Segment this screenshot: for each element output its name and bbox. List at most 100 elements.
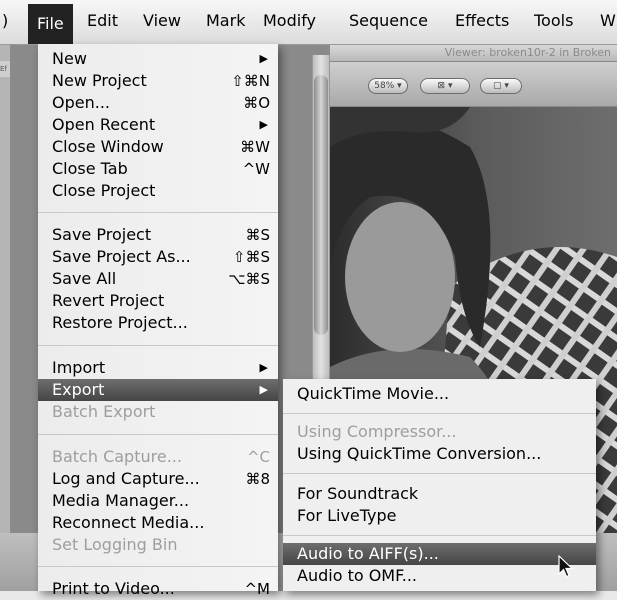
menubar-sequence[interactable]: Sequence xyxy=(349,11,428,30)
menu-item-new[interactable]: New ▶ xyxy=(38,48,278,70)
submenu-item-using-quicktime-conversion[interactable]: Using QuickTime Conversion... xyxy=(283,443,596,465)
menu-item-label: Import xyxy=(52,358,106,377)
menu-item-label: New Project xyxy=(52,71,147,90)
menu-separator xyxy=(38,212,278,213)
submenu-item-for-soundtrack[interactable]: For Soundtrack xyxy=(283,483,596,505)
overlay-icon: ▢ xyxy=(493,81,502,91)
submenu-item-quicktime-movie[interactable]: QuickTime Movie... xyxy=(283,383,596,405)
menubar: ) File Edit View Mark Modify Sequence Ef… xyxy=(0,0,617,45)
menu-item-label: Reconnect Media... xyxy=(52,513,205,532)
submenu-item-label: For LiveType xyxy=(297,506,397,525)
menubar-modify[interactable]: Modify xyxy=(263,11,316,30)
menu-item-label: Batch Export xyxy=(52,402,156,421)
menu-item-label: Close Tab xyxy=(52,159,128,178)
menu-item-revert-project[interactable]: Revert Project xyxy=(38,290,278,312)
submenu-item-using-compressor: Using Compressor... xyxy=(283,421,596,443)
menu-item-label: Close Window xyxy=(52,137,164,156)
menu-item-batch-capture: Batch Capture... ^C xyxy=(38,446,278,468)
menubar-window[interactable]: W xyxy=(600,11,616,30)
menu-item-shortcut: ^M xyxy=(244,580,270,598)
menu-item-restore-project[interactable]: Restore Project... xyxy=(38,312,278,334)
submenu-item-label: QuickTime Movie... xyxy=(297,384,450,403)
menubar-file-label: File xyxy=(37,14,64,33)
submenu-item-for-livetype[interactable]: For LiveType xyxy=(283,505,596,527)
menu-separator xyxy=(283,535,596,536)
menu-item-new-project[interactable]: New Project ⇧⌘N xyxy=(38,70,278,92)
submenu-arrow-icon: ▶ xyxy=(259,52,268,65)
menu-item-label: Restore Project... xyxy=(52,313,188,332)
submenu-arrow-icon: ▶ xyxy=(259,361,268,374)
submenu-item-audio-to-omf[interactable]: Audio to OMF... xyxy=(283,565,596,587)
menu-item-shortcut: ^W xyxy=(242,160,270,178)
menu-item-close-tab[interactable]: Close Tab ^W xyxy=(38,158,278,180)
menu-item-save-project[interactable]: Save Project ⌘S xyxy=(38,224,278,246)
submenu-arrow-icon: ▶ xyxy=(259,383,268,396)
menu-item-shortcut: ⌘O xyxy=(243,94,270,112)
menu-item-shortcut: ⌘S xyxy=(245,226,270,244)
submenu-item-label: Using QuickTime Conversion... xyxy=(297,444,542,463)
menu-item-log-and-capture[interactable]: Log and Capture... ⌘8 xyxy=(38,468,278,490)
menu-item-print-to-video[interactable]: Print to Video... ^M xyxy=(38,578,278,600)
menu-item-media-manager[interactable]: Media Manager... xyxy=(38,490,278,512)
menu-item-shortcut: ⌘8 xyxy=(245,470,270,488)
submenu-item-label: Audio to AIFF(s)... xyxy=(297,544,439,563)
submenu-item-audio-to-aiff[interactable]: Audio to AIFF(s)... xyxy=(283,543,596,565)
menu-item-close-window[interactable]: Close Window ⌘W xyxy=(38,136,278,158)
menu-item-shortcut: ⌥⌘S xyxy=(228,270,270,288)
scrollbar-thumb[interactable] xyxy=(314,75,328,335)
submenu-arrow-icon: ▶ xyxy=(259,118,268,131)
menu-item-import[interactable]: Import ▶ xyxy=(38,357,278,379)
view-mode-popup[interactable]: ⊠ ▾ xyxy=(420,78,470,94)
menu-item-set-logging-bin: Set Logging Bin xyxy=(38,534,278,556)
export-submenu: QuickTime Movie... Using Compressor... U… xyxy=(283,379,596,591)
menubar-edit[interactable]: Edit xyxy=(87,11,118,30)
menubar-file[interactable]: File xyxy=(28,4,73,44)
menu-item-label: Save Project As... xyxy=(52,247,191,266)
menu-item-shortcut: ^C xyxy=(246,448,270,466)
menu-item-label: Open Recent xyxy=(52,115,156,134)
menu-item-label: Revert Project xyxy=(52,291,165,310)
menu-item-open-recent[interactable]: Open Recent ▶ xyxy=(38,114,278,136)
file-menu: New ▶ New Project ⇧⌘N Open... ⌘O Open Re… xyxy=(38,44,278,598)
menu-item-label: Batch Capture... xyxy=(52,447,182,466)
menu-separator xyxy=(283,413,596,414)
menu-item-batch-export: Batch Export xyxy=(38,401,278,423)
menu-item-close-project[interactable]: Close Project xyxy=(38,180,278,202)
menubar-mark[interactable]: Mark xyxy=(206,11,245,30)
menu-item-label: Export xyxy=(52,380,105,399)
effects-tab-stub[interactable]: Ef xyxy=(0,61,10,77)
menu-separator xyxy=(38,345,278,346)
menu-item-label: New xyxy=(52,49,87,68)
menu-separator xyxy=(283,473,596,474)
mouse-pointer-icon xyxy=(558,555,574,578)
view-mode-icon: ⊠ xyxy=(437,81,446,91)
menubar-effects[interactable]: Effects xyxy=(455,11,509,30)
menu-item-save-all[interactable]: Save All ⌥⌘S xyxy=(38,268,278,290)
menu-item-shortcut: ⇧⌘N xyxy=(231,72,270,90)
zoom-popup[interactable]: 58% ▾ xyxy=(368,78,408,94)
overlay-popup[interactable]: ▢ ▾ xyxy=(480,78,522,94)
menu-item-label: Print to Video... xyxy=(52,579,175,598)
menu-item-label: Open... xyxy=(52,93,110,112)
submenu-item-label: Using Compressor... xyxy=(297,422,457,441)
menubar-apple[interactable]: ) xyxy=(2,11,8,30)
viewer-titlebar: Viewer: broken10r-2 in Broken xyxy=(330,45,617,62)
menu-item-save-project-as[interactable]: Save Project As... ⇧⌘S xyxy=(38,246,278,268)
menubar-tools[interactable]: Tools xyxy=(534,11,573,30)
menu-separator xyxy=(38,566,278,567)
menu-item-label: Set Logging Bin xyxy=(52,535,178,554)
menu-separator xyxy=(38,434,278,435)
left-panel-edge xyxy=(0,45,10,591)
menu-item-reconnect-media[interactable]: Reconnect Media... xyxy=(38,512,278,534)
zoom-popup-label: 58% xyxy=(374,81,395,91)
menu-item-export[interactable]: Export ▶ xyxy=(38,379,278,401)
menu-item-label: Log and Capture... xyxy=(52,469,200,488)
viewer-title: Viewer: broken10r-2 in Broken xyxy=(444,46,611,59)
menu-item-label: Save All xyxy=(52,269,117,288)
menu-item-label: Close Project xyxy=(52,181,156,200)
menubar-view[interactable]: View xyxy=(143,11,181,30)
menu-item-shortcut: ⌘W xyxy=(240,138,270,156)
menu-item-label: Save Project xyxy=(52,225,152,244)
menu-item-open[interactable]: Open... ⌘O xyxy=(38,92,278,114)
menu-item-label: Media Manager... xyxy=(52,491,190,510)
